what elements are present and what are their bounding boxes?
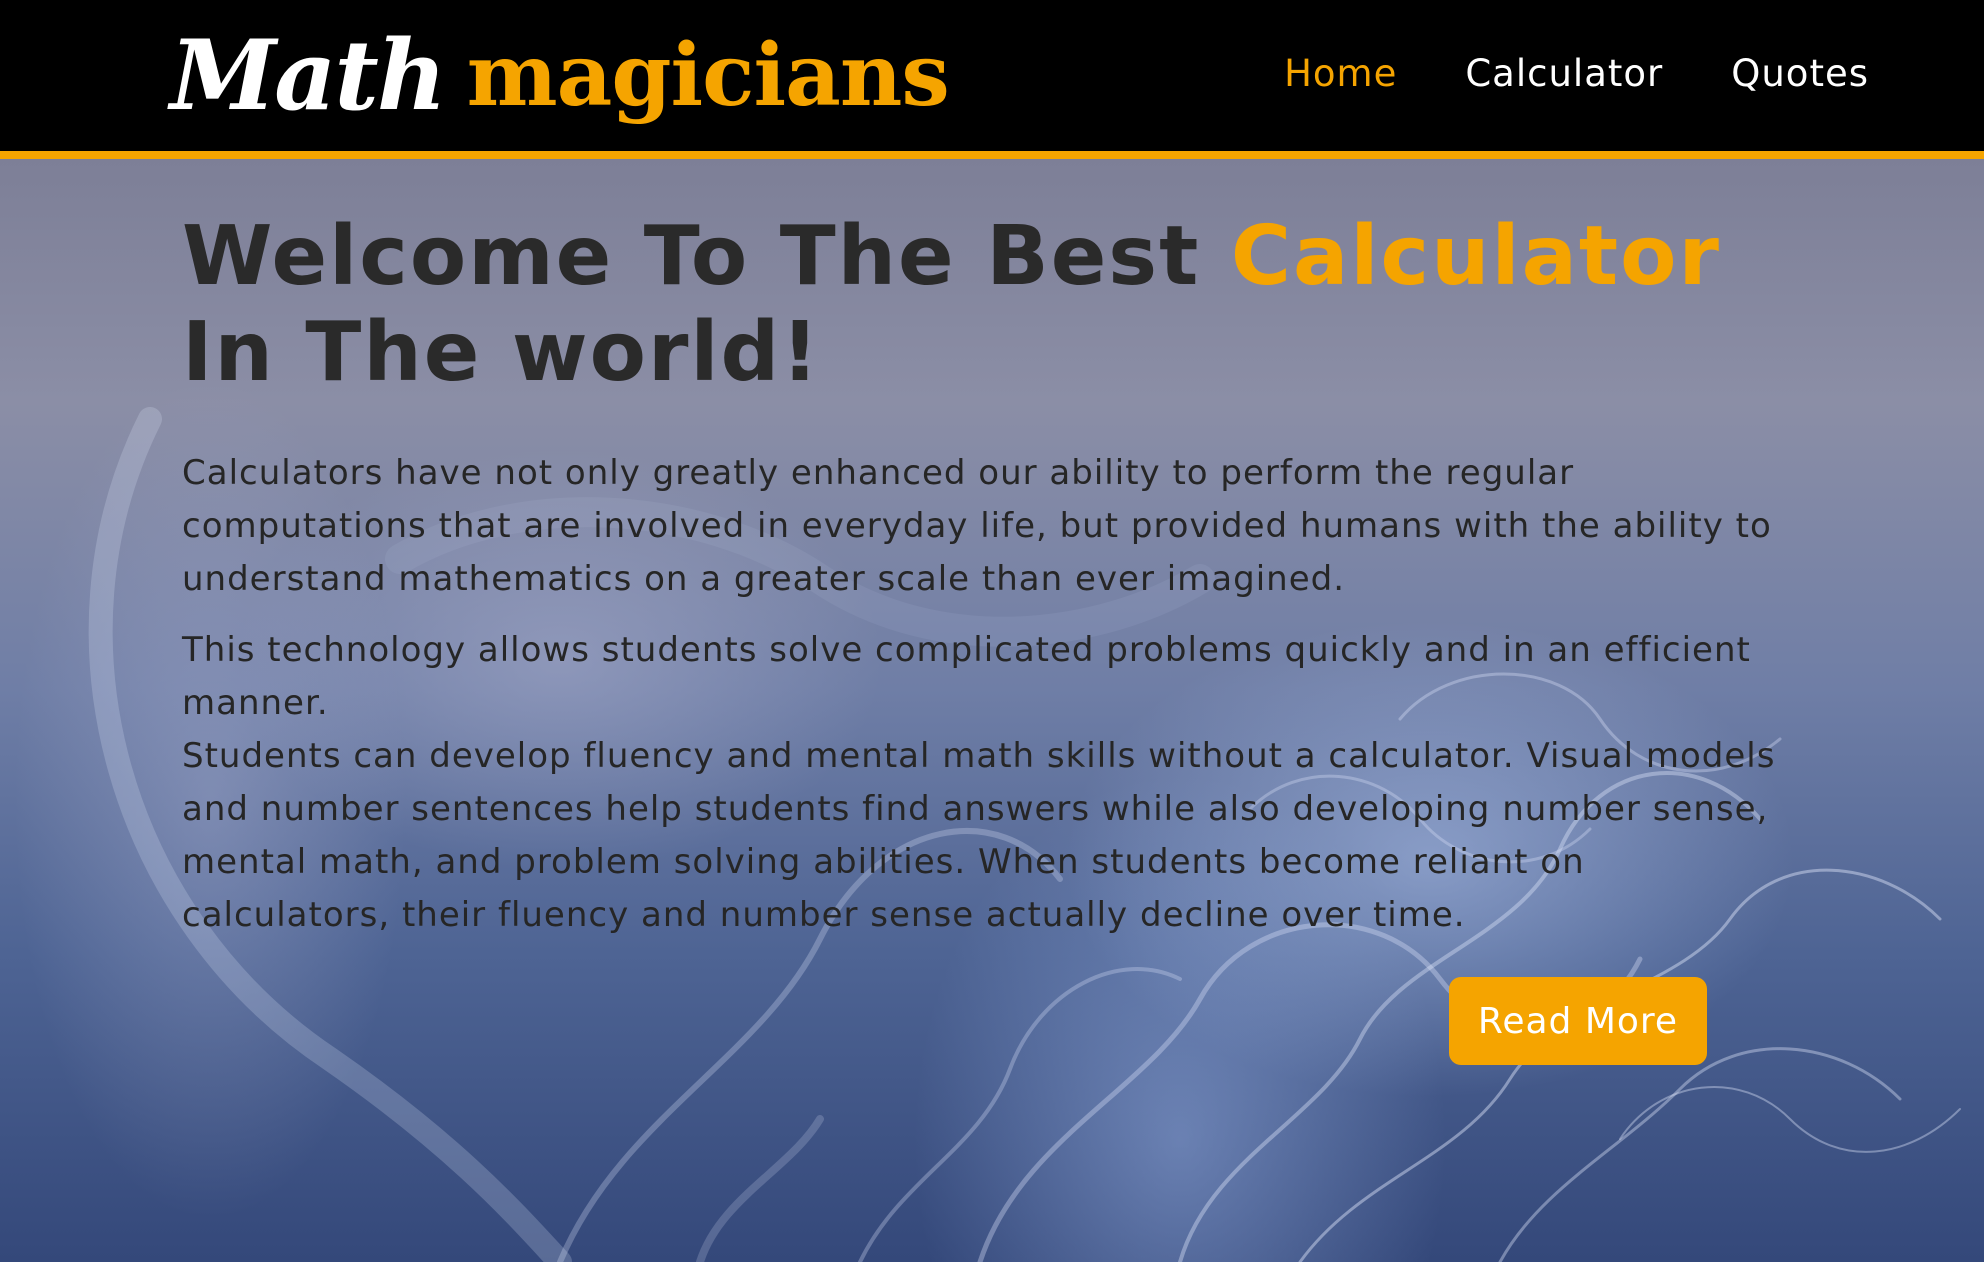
hero-section: Welcome To The Best Calculator In The wo… — [0, 159, 1984, 1262]
headline-text-start: Welcome To The Best — [182, 209, 1231, 304]
read-more-button[interactable]: Read More — [1449, 977, 1707, 1065]
site-logo[interactable]: Math magicians — [170, 10, 950, 140]
hero-content: Welcome To The Best Calculator In The wo… — [182, 209, 1802, 942]
headline-accent-calculator: Calculator — [1230, 209, 1721, 304]
hero-headline: Welcome To The Best Calculator In The wo… — [182, 209, 1802, 401]
hero-paragraph-2-line-2: Students can develop fluency and mental … — [182, 736, 1776, 935]
nav-link-home[interactable]: Home — [1284, 52, 1397, 95]
hero-paragraph-1: Calculators have not only greatly enhanc… — [182, 453, 1772, 599]
logo-text-math: Math — [170, 18, 447, 132]
hero-paragraph-2-line-1: This technology allows students solve co… — [182, 630, 1751, 723]
nav-link-quotes[interactable]: Quotes — [1731, 52, 1869, 95]
logo-text-magicians: magicians — [466, 24, 950, 126]
headline-text-end: In The world! — [182, 305, 821, 400]
navbar: Math magicians Home Calculator Quotes — [0, 0, 1984, 159]
main-nav: Home Calculator Quotes — [1284, 52, 1869, 95]
nav-link-calculator[interactable]: Calculator — [1465, 52, 1663, 95]
